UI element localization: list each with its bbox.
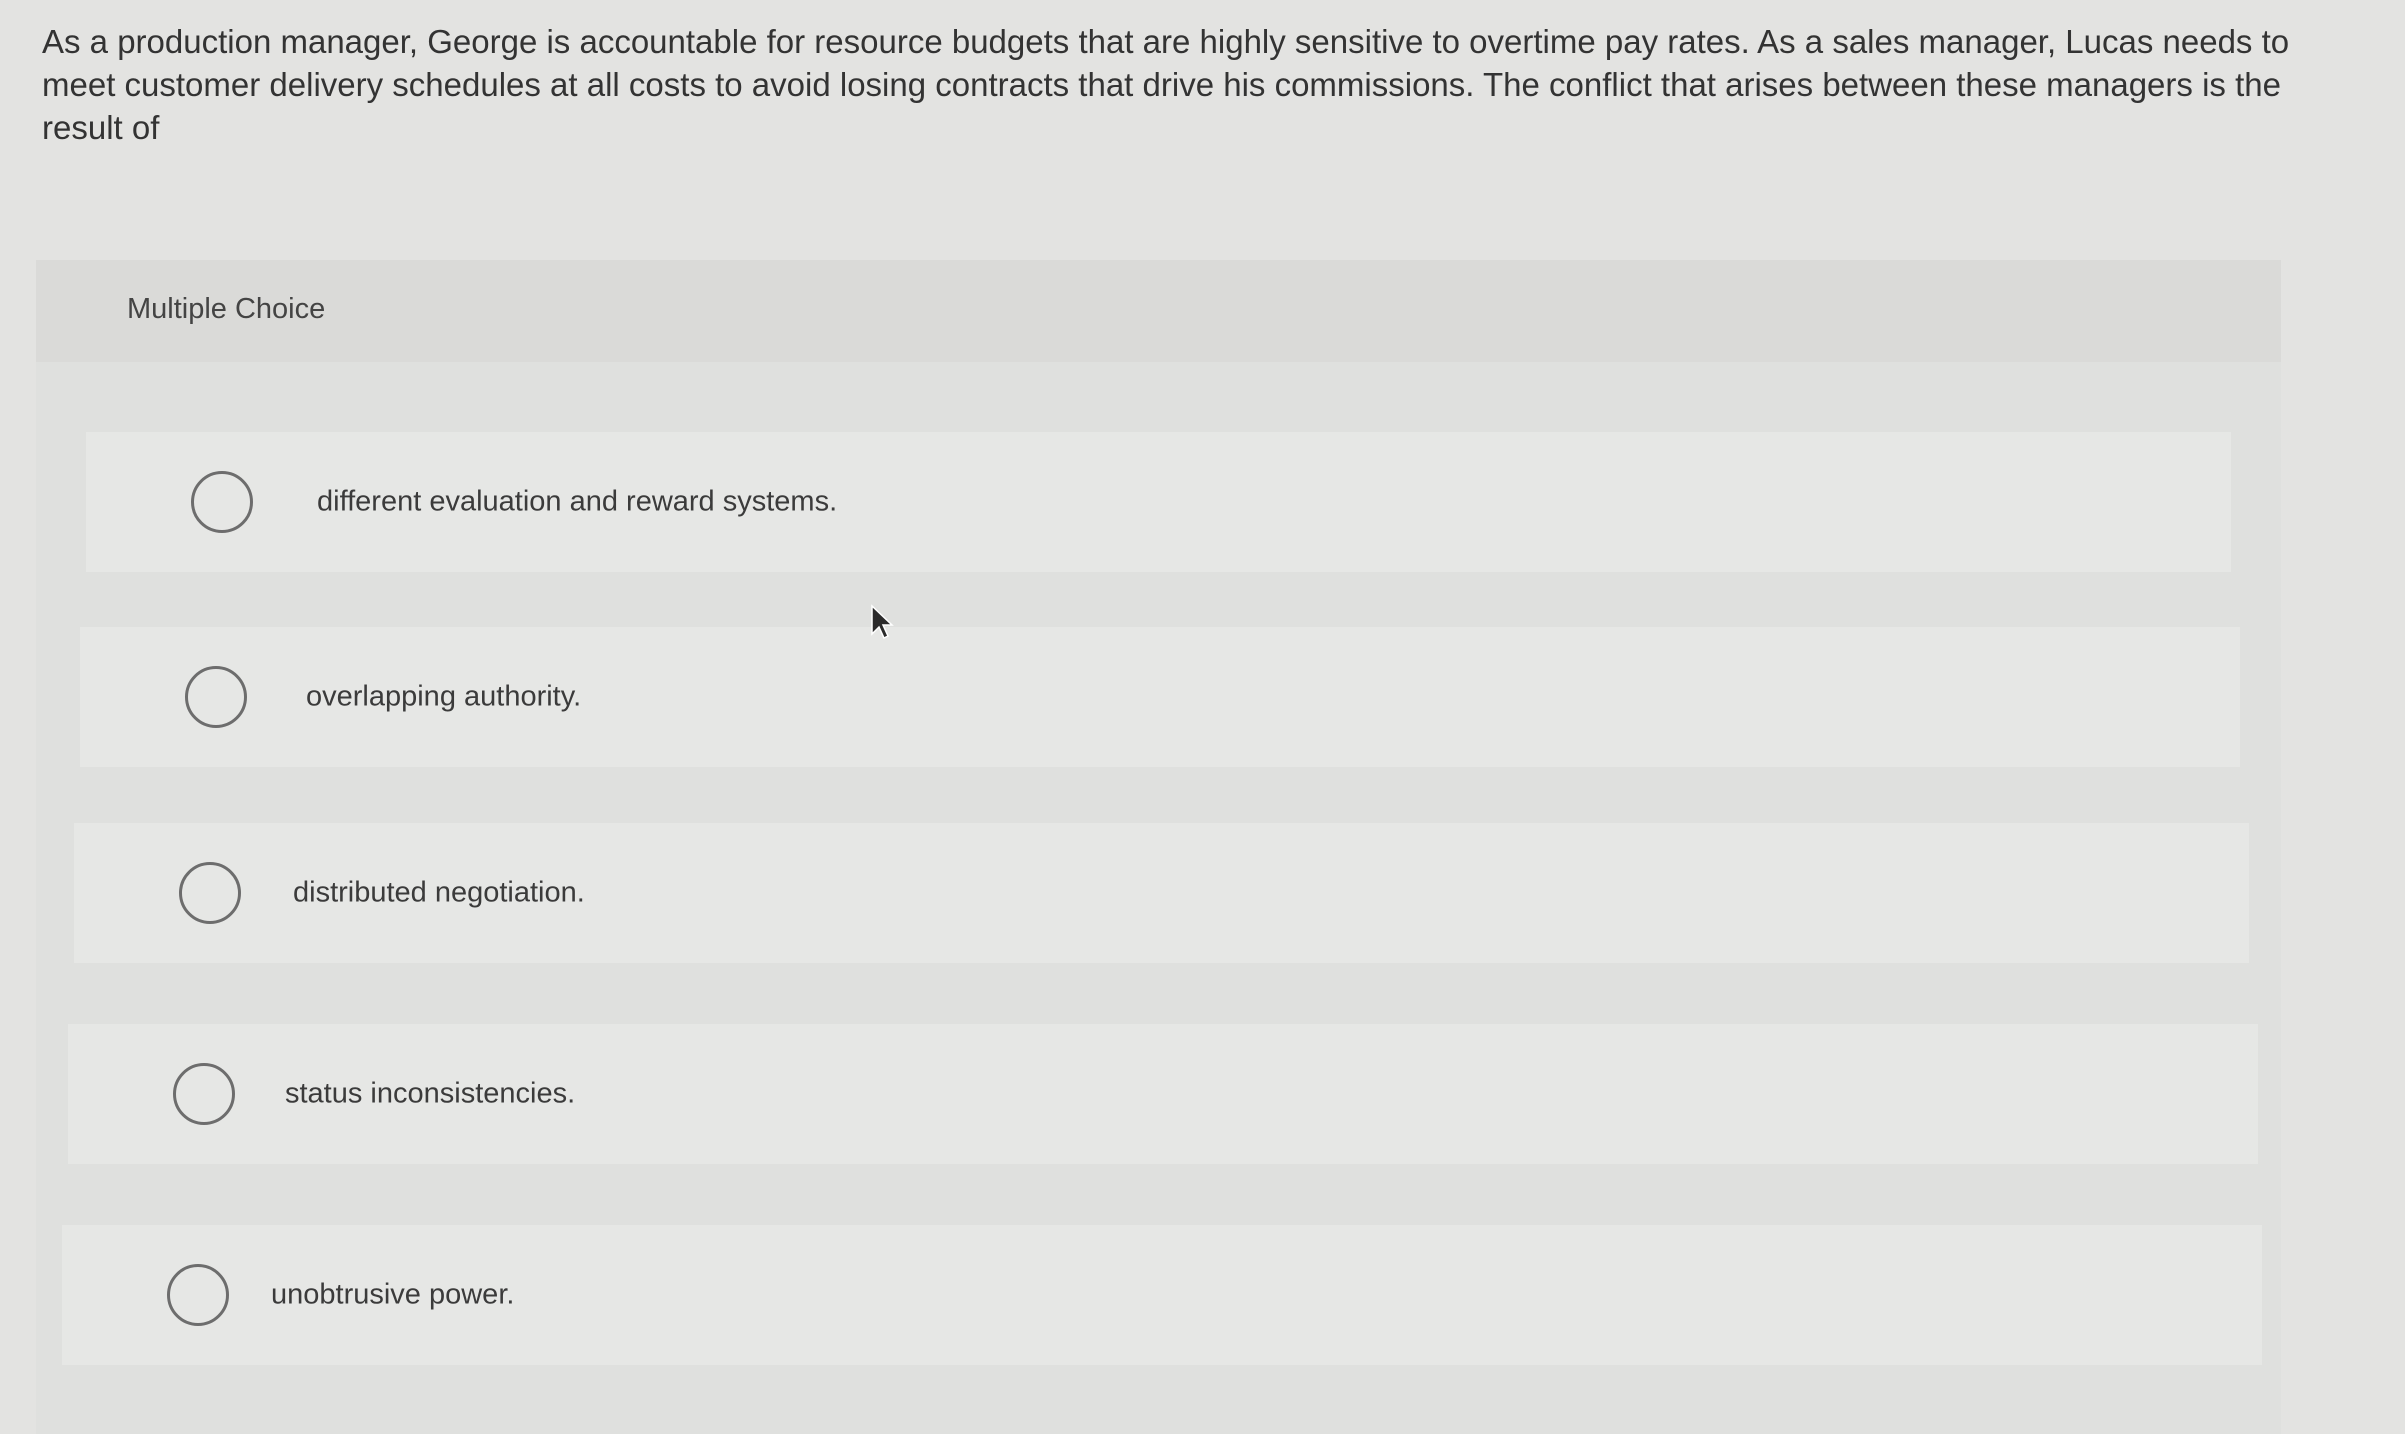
answer-option-label: distributed negotiation. [293,876,585,909]
radio-button-icon[interactable] [179,862,241,924]
answer-option-3[interactable]: distributed negotiation. [74,823,2249,963]
question-text: As a production manager, George is accou… [42,23,2290,146]
mouse-pointer-icon [871,604,894,640]
radio-button-icon[interactable] [191,471,253,533]
answer-option-label: unobtrusive power. [271,1278,515,1311]
answer-option-label: different evaluation and reward systems. [317,485,838,518]
answer-option-label: overlapping authority. [306,680,582,713]
multiple-choice-label: Multiple Choice [127,293,326,325]
radio-button-icon[interactable] [173,1063,235,1125]
multiple-choice-panel: Multiple Choice different evaluation and… [36,260,2281,1434]
answer-option-1[interactable]: different evaluation and reward systems. [86,432,2231,572]
radio-button-icon[interactable] [167,1264,229,1326]
answer-option-2[interactable]: overlapping authority. [80,627,2240,767]
answer-option-label: status inconsistencies. [285,1077,576,1110]
answer-option-4[interactable]: status inconsistencies. [68,1024,2258,1164]
radio-button-icon[interactable] [185,666,247,728]
answer-option-5[interactable]: unobtrusive power. [62,1225,2262,1365]
multiple-choice-header: Multiple Choice [36,260,2281,362]
